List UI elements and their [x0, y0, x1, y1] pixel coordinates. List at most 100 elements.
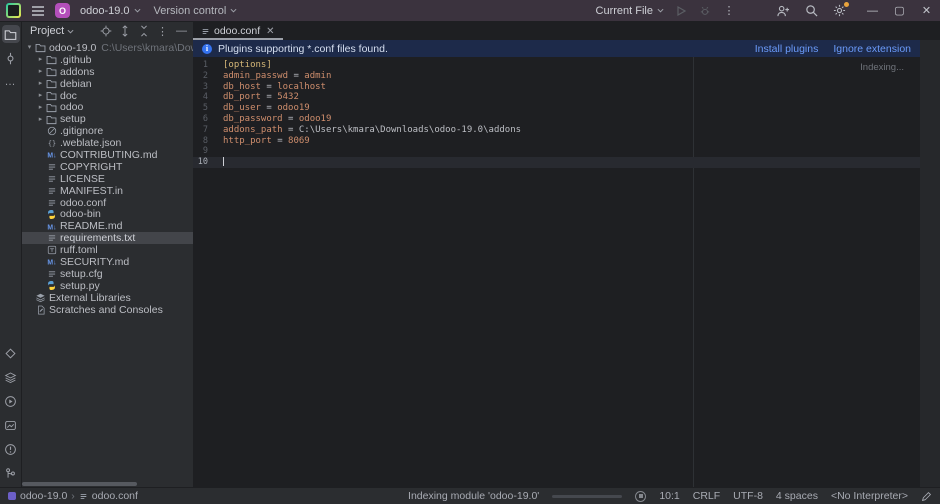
project-panel-title: Project [30, 25, 65, 37]
line-ending-widget[interactable]: CRLF [693, 490, 720, 502]
chevron-right-icon[interactable]: ▸ [36, 68, 45, 75]
more-actions-icon[interactable]: ⋮ [719, 1, 739, 21]
tree-item-.weblate.json[interactable]: {} .weblate.json [22, 137, 193, 149]
panel-options-icon[interactable]: ⋮ [156, 25, 169, 38]
tree-item-CONTRIBUTING.md[interactable]: M↓ CONTRIBUTING.md [22, 149, 193, 161]
select-opened-file-icon[interactable] [99, 25, 112, 38]
tree-item-doc[interactable]: ▸ doc [22, 90, 193, 102]
tree-item-README.md[interactable]: M↓ README.md [22, 220, 193, 232]
tab-odoo-conf[interactable]: odoo.conf ✕ [193, 22, 283, 40]
vcs-widget[interactable]: Version control [151, 3, 241, 19]
install-plugins-link[interactable]: Install plugins [755, 43, 819, 55]
chevron-right-icon[interactable]: ▸ [36, 92, 45, 99]
tree-item-odoo-bin[interactable]: odoo-bin [22, 208, 193, 220]
hide-panel-icon[interactable]: — [175, 25, 188, 38]
line-number: 6 [202, 113, 208, 124]
project-badge[interactable]: O [55, 3, 70, 18]
line-number: 2 [202, 70, 208, 81]
code-line-3[interactable]: 3 db_host = localhost [193, 82, 920, 93]
code-line-2[interactable]: 2 admin_passwd = admin [193, 71, 920, 82]
tree-item-setup.py[interactable]: setup.py [22, 280, 193, 292]
tree-item-label: addons [60, 65, 95, 78]
project-tool-icon[interactable] [1, 25, 20, 43]
project-panel-title-button[interactable]: Project [30, 25, 74, 37]
tree-item-SECURITY.md[interactable]: M↓ SECURITY.md [22, 256, 193, 268]
encoding-widget[interactable]: UTF-8 [733, 490, 763, 502]
chevron-right-icon[interactable]: ▸ [36, 116, 45, 123]
tree-item-MANIFEST.in[interactable]: MANIFEST.in [22, 185, 193, 197]
main-menu-icon[interactable] [28, 1, 48, 21]
indexing-status-label: Indexing module 'odoo-19.0' [408, 490, 540, 502]
tree-item-odoo.conf[interactable]: odoo.conf [22, 197, 193, 208]
tree-item-LICENSE[interactable]: LICENSE [22, 173, 193, 185]
expand-all-icon[interactable] [118, 25, 131, 38]
text-icon [45, 174, 58, 184]
tree-item-setup[interactable]: ▸ setup [22, 113, 193, 125]
breadcrumb-file[interactable]: odoo.conf [92, 490, 138, 502]
code-line-1[interactable]: 1 [options] [193, 60, 920, 71]
project-selector[interactable]: odoo-19.0 [77, 3, 144, 19]
tree-item-requirements.txt[interactable]: requirements.txt [22, 232, 193, 245]
chevron-right-icon[interactable]: ▸ [36, 104, 45, 111]
code-with-me-icon[interactable] [773, 1, 793, 21]
interpreter-widget[interactable]: <No Interpreter> [831, 490, 908, 502]
tree-item-debian[interactable]: ▸ debian [22, 78, 193, 90]
code-line-4[interactable]: 4 db_port = 5432 [193, 92, 920, 103]
tree-item-.gitignore[interactable]: .gitignore [22, 125, 193, 137]
tree-item-label: CONTRIBUTING.md [60, 149, 158, 161]
tree-item-odoo[interactable]: ▸ odoo [22, 101, 193, 113]
python-packages-icon[interactable] [2, 368, 20, 386]
chevron-right-icon[interactable]: ▸ [36, 56, 45, 63]
code-line-5[interactable]: 5 db_user = odoo19 [193, 103, 920, 114]
notifications-icon[interactable] [2, 416, 20, 434]
project-panel-header: Project ⋮ — [22, 22, 193, 40]
version-control-icon[interactable] [2, 464, 20, 482]
tree-item-COPYRIGHT[interactable]: COPYRIGHT [22, 161, 193, 173]
project-tree: ▾ odoo-19.0 C:\Users\kmara\Downloads\odoo-… [22, 42, 193, 315]
writable-pen-icon[interactable] [921, 491, 932, 502]
chevron-down-icon[interactable]: ▾ [25, 44, 34, 51]
maximize-icon[interactable]: ▢ [886, 0, 913, 22]
code-line-6[interactable]: 6 db_password = odoo19 [193, 114, 920, 125]
code-line-9[interactable]: 9 [193, 146, 920, 157]
debug-icon[interactable] [695, 1, 715, 21]
caret-position-widget[interactable]: 10:1 [659, 490, 679, 502]
indent-widget[interactable]: 4 spaces [776, 490, 818, 502]
code-editor[interactable]: Indexing... 1 [options] 2 admin_passwd = ad… [193, 57, 920, 487]
line-number: 1 [202, 60, 208, 70]
tree-item-.github[interactable]: ▸ .github [22, 54, 193, 66]
settings-gear-icon[interactable] [829, 1, 849, 21]
tree-item-addons[interactable]: ▸ addons [22, 66, 193, 78]
chevron-right-icon[interactable]: ▸ [36, 80, 45, 87]
run-config-selector[interactable]: Current File [593, 3, 667, 19]
tree-item-label: odoo-bin [60, 208, 101, 221]
python-console-icon[interactable] [2, 392, 20, 410]
line-number: 4 [202, 92, 208, 103]
commit-tool-icon[interactable] [2, 49, 20, 67]
breadcrumb-project[interactable]: odoo-19.0 [20, 490, 67, 502]
structure-icon[interactable] [2, 344, 20, 362]
run-icon[interactable] [671, 1, 691, 21]
editor-scrollbar[interactable] [920, 40, 940, 487]
code-line-8[interactable]: 8 http_port = 8069 [193, 136, 920, 147]
close-icon[interactable]: ✕ [913, 0, 940, 22]
ignore-extension-link[interactable]: Ignore extension [833, 43, 911, 55]
tree-item-ruff.toml[interactable]: ruff.toml [22, 244, 193, 256]
more-tool-windows-icon[interactable]: … [2, 73, 20, 91]
code-line-10[interactable]: 10 [193, 157, 920, 168]
collapse-all-icon[interactable] [137, 25, 150, 38]
pause-indexing-icon[interactable] [635, 490, 647, 502]
tree-item-External Libraries[interactable]: External Libraries [22, 292, 193, 304]
folder-icon [34, 42, 47, 53]
tree-item-setup.cfg[interactable]: setup.cfg [22, 268, 193, 280]
tab-close-icon[interactable]: ✕ [266, 26, 274, 37]
problems-icon[interactable] [2, 440, 20, 458]
text-icon [45, 186, 58, 196]
line-number: 3 [202, 81, 208, 92]
code-line-7[interactable]: 7 addons_path = C:\Users\kmara\Downloads\… [193, 125, 920, 136]
tree-item-Scratches and Consoles[interactable]: Scratches and Consoles [22, 304, 193, 315]
project-tree-scrollbar[interactable] [22, 482, 137, 486]
minimize-icon[interactable]: — [859, 0, 886, 22]
search-icon[interactable] [801, 1, 821, 21]
tree-item-odoo-19.0[interactable]: ▾ odoo-19.0 C:\Users\kmara\Downloads\odoo-… [22, 42, 193, 54]
